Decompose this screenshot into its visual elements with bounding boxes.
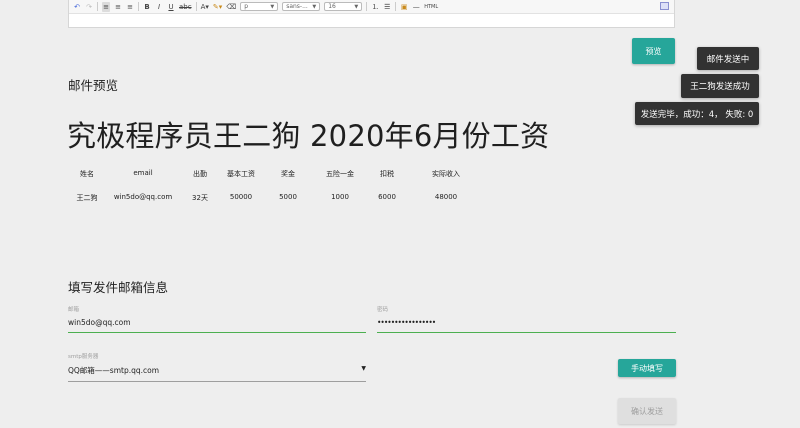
chevron-down-icon: ▼ <box>354 3 359 10</box>
column-header: 奖金 <box>281 170 295 178</box>
salary-table: 姓名 email 出勤 基本工资 奖金 五险一金 扣税 实际收入 王二狗 win… <box>68 165 488 213</box>
align-left-icon[interactable]: ≡ <box>102 1 110 12</box>
font-color-icon[interactable]: A▾ <box>201 2 209 12</box>
preview-button[interactable]: 预览 <box>632 38 675 64</box>
toast-send-summary: 发送完毕，成功：4， 失败: 0 <box>635 102 759 125</box>
smtp-server-select[interactable]: smtp服务器 QQ邮箱——smtp.qq.com ▼ <box>68 352 366 382</box>
image-icon[interactable]: ▣ <box>400 2 408 12</box>
table-cell: win5do@qq.com <box>113 193 173 201</box>
toolbar-divider <box>97 2 98 11</box>
column-header: 实际收入 <box>432 170 460 178</box>
table-cell: 48000 <box>434 193 458 201</box>
toast-sending: 邮件发送中 <box>697 47 759 70</box>
table-cell: 5000 <box>279 193 297 201</box>
column-header: email <box>133 169 153 177</box>
table-header-row: 姓名 email 出勤 基本工资 奖金 五险一金 扣税 实际收入 <box>68 165 488 189</box>
editor-toolbar: ↶ ↷ ≡ ≡ ≡ B I U abc A▾ ✎▾ ⌫ p ▼ sans-... ▼… <box>69 0 674 14</box>
horizontal-rule-icon[interactable]: — <box>412 2 420 12</box>
align-center-icon[interactable]: ≡ <box>114 2 122 12</box>
column-header: 出勤 <box>193 170 207 178</box>
toolbar-divider <box>195 2 197 11</box>
fullscreen-icon[interactable] <box>660 2 669 10</box>
column-header: 基本工资 <box>227 170 255 178</box>
table-cell: 50000 <box>229 193 253 201</box>
format-select[interactable]: p ▼ <box>240 2 279 11</box>
password-field-label: 密码 <box>377 307 389 313</box>
chevron-down-icon: ▼ <box>312 3 317 10</box>
table-cell: 6000 <box>378 193 396 201</box>
strikethrough-icon[interactable]: abc <box>179 2 192 12</box>
smtp-field-label: smtp服务器 <box>68 354 99 360</box>
toast-send-success: 王二狗发送成功 <box>681 74 759 98</box>
preview-section-title: 邮件预览 <box>68 78 119 93</box>
email-heading: 究极程序员王二狗 2020年6月份工资 <box>67 119 550 153</box>
smtp-selected-option: QQ邮箱——smtp.qq.com <box>68 366 160 375</box>
column-header: 扣税 <box>380 170 394 178</box>
email-input[interactable]: win5do@qq.com <box>68 318 366 327</box>
dropdown-arrow-icon[interactable]: ▼ <box>361 365 366 376</box>
confirm-send-button[interactable]: 确认发送 <box>618 398 676 424</box>
align-right-icon[interactable]: ≡ <box>126 2 134 12</box>
email-field-label: 邮箱 <box>68 307 80 313</box>
column-header: 姓名 <box>80 170 94 178</box>
rich-text-editor[interactable]: ↶ ↷ ≡ ≡ ≡ B I U abc A▾ ✎▾ ⌫ p ▼ sans-... ▼… <box>68 0 675 28</box>
undo-icon[interactable]: ↶ <box>73 2 81 12</box>
email-field-underline <box>68 332 366 333</box>
password-field[interactable]: 密码 ••••••••••••••••• <box>377 305 676 333</box>
table-cell: 32天 <box>192 194 208 202</box>
font-family-select[interactable]: sans-... ▼ <box>282 2 321 11</box>
smtp-field-underline <box>68 381 366 382</box>
ordered-list-icon[interactable]: ⒈ <box>371 2 379 12</box>
chevron-down-icon: ▼ <box>270 3 275 10</box>
toolbar-divider <box>395 2 397 11</box>
bullet-list-icon[interactable]: ☰ <box>383 2 391 12</box>
email-field[interactable]: 邮箱 win5do@qq.com <box>68 305 366 333</box>
table-cell: 王二狗 <box>76 194 98 202</box>
italic-icon[interactable]: I <box>155 2 163 12</box>
sender-form-title: 填写发件邮箱信息 <box>68 280 169 295</box>
underline-icon[interactable]: U <box>167 2 175 12</box>
toolbar-divider <box>366 2 368 11</box>
toolbar-divider <box>138 2 139 11</box>
font-size-select[interactable]: 16 ▼ <box>324 2 363 11</box>
manual-fill-button[interactable]: 手动填写 <box>618 359 676 377</box>
html-source-icon[interactable]: HTML <box>424 2 438 12</box>
clear-format-icon[interactable]: ⌫ <box>226 2 236 12</box>
redo-icon[interactable]: ↷ <box>85 2 93 12</box>
password-input[interactable]: ••••••••••••••••• <box>377 318 676 327</box>
password-field-underline <box>377 332 676 333</box>
highlight-icon[interactable]: ✎▾ <box>213 2 222 12</box>
column-header: 五险一金 <box>326 170 354 178</box>
table-row: 王二狗 win5do@qq.com 32天 50000 5000 1000 60… <box>68 189 488 213</box>
table-cell: 1000 <box>331 193 349 201</box>
smtp-select-value[interactable]: QQ邮箱——smtp.qq.com ▼ <box>68 365 366 376</box>
bold-icon[interactable]: B <box>143 2 151 12</box>
